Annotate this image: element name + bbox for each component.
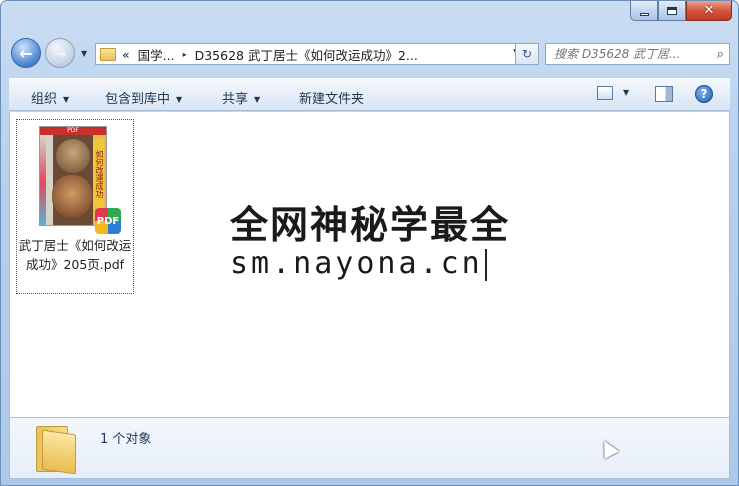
file-name: 武丁居士《如何改运成功》205页.pdf (18, 238, 132, 272)
folder-large-icon (32, 426, 76, 475)
help-glyph: ? (700, 87, 708, 101)
search-box: ⌕ (545, 43, 730, 65)
maximize-icon (667, 6, 677, 15)
file-item-pdf[interactable]: PDF 如何改運成功 PDF 武丁居士《如何改运成功》205页.pdf (16, 119, 134, 294)
address-bar[interactable]: « 国学... ▸ D35628 武丁居士《如何改运成功》2... ▼ (95, 43, 527, 65)
recent-pages-dropdown[interactable]: ▼ (81, 49, 87, 58)
search-input[interactable] (554, 47, 704, 61)
breadcrumb-segment-current[interactable]: D35628 武丁居士《如何改运成功》2... (195, 45, 418, 64)
forward-arrow-icon: → (53, 43, 67, 63)
organize-menu[interactable]: 组织 ▼ (31, 88, 69, 107)
include-in-library-menu[interactable]: 包含到库中 ▼ (105, 88, 182, 107)
close-button[interactable]: ✕ (686, 1, 732, 21)
new-folder-button[interactable]: 新建文件夹 (299, 88, 364, 107)
refresh-button[interactable]: ↻ (515, 43, 539, 65)
pdf-badge-icon: PDF (95, 208, 121, 234)
watermark-url: sm.nayona.cn (230, 246, 483, 281)
change-view-icon[interactable] (597, 86, 613, 100)
command-bar: 组织 ▼ 包含到库中 ▼ 共享 ▼ 新建文件夹 ▼ ? (9, 77, 730, 111)
chevron-down-icon: ▼ (176, 95, 183, 104)
close-icon: ✕ (703, 3, 715, 18)
thumbnail-portrait-top (56, 139, 90, 173)
chevron-down-icon: ▼ (63, 95, 70, 104)
thumbnail-header: PDF (40, 127, 106, 135)
breadcrumb-overflow[interactable]: « (122, 47, 130, 62)
item-count: 1 个对象 (100, 432, 152, 447)
back-button[interactable]: ← (11, 38, 41, 68)
caption-buttons: ✕ (630, 1, 732, 21)
search-icon[interactable]: ⌕ (717, 47, 724, 62)
watermark-line1: 全网神秘学最全 (230, 203, 511, 247)
organize-label: 组织 (31, 92, 58, 107)
folder-front (42, 429, 76, 475)
chevron-down-icon: ▼ (254, 95, 261, 104)
file-list[interactable]: PDF 如何改運成功 PDF 武丁居士《如何改运成功》205页.pdf 全网神秘… (9, 112, 730, 417)
navigation-bar: ← → ▼ « 国学... ▸ D35628 武丁居士《如何改运成功》2... … (11, 37, 730, 69)
watermark-line2: sm.nayona.cn (230, 246, 487, 281)
thumbnail-title-strip: 如何改運成功 (93, 139, 104, 209)
breadcrumb-segment-guoxue[interactable]: 国学... (138, 45, 175, 64)
include-in-library-label: 包含到库中 (105, 92, 171, 107)
details-pane: 1 个对象 (9, 417, 730, 479)
share-label: 共享 (222, 92, 249, 107)
share-menu[interactable]: 共享 ▼ (222, 88, 260, 107)
view-options-dropdown[interactable]: ▼ (623, 88, 629, 97)
explorer-window: ✕ ← → ▼ « 国学... ▸ D35628 武丁居士《如何改运成功》2..… (0, 0, 739, 486)
forward-button[interactable]: → (45, 38, 75, 68)
text-caret (484, 248, 487, 281)
minimize-icon (639, 12, 649, 16)
thumbnail-portrait-bottom (52, 175, 92, 217)
help-icon[interactable]: ? (695, 85, 713, 103)
new-folder-label: 新建文件夹 (299, 92, 365, 107)
preview-pane-icon[interactable] (655, 86, 673, 102)
breadcrumb-separator-icon[interactable]: ▸ (183, 50, 187, 59)
back-arrow-icon: ← (19, 43, 33, 63)
minimize-button[interactable] (630, 1, 658, 21)
thumbnail-stripe (40, 135, 46, 225)
refresh-icon: ↻ (521, 47, 533, 61)
folder-icon (100, 47, 116, 61)
maximize-button[interactable] (658, 1, 686, 21)
watermark-overlay: 全网神秘学最全 sm.nayona.cn (224, 184, 522, 294)
